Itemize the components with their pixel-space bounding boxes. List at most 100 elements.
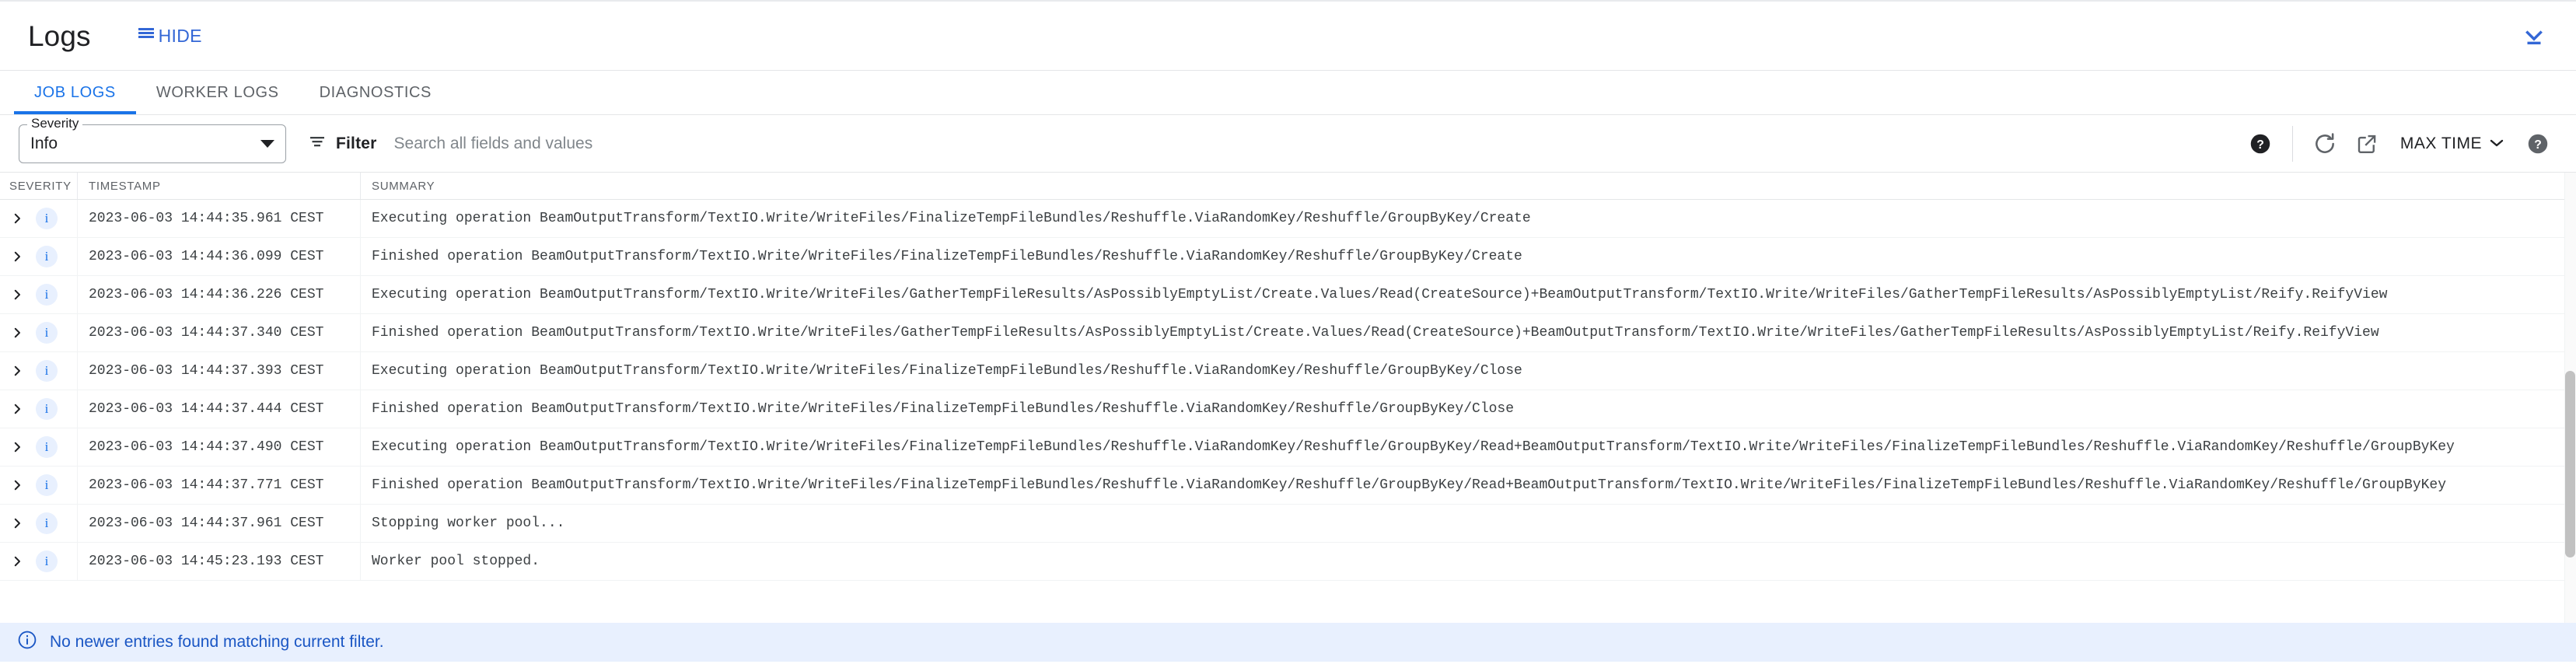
row-summary: Executing operation BeamOutputTransform/… — [361, 200, 2576, 237]
row-severity-cell: i — [0, 467, 78, 504]
severity-legend: Severity — [27, 117, 82, 130]
expand-row-icon[interactable] — [9, 326, 25, 340]
status-banner: No newer entries found matching current … — [0, 623, 2576, 662]
expand-row-icon[interactable] — [9, 554, 25, 568]
table-row[interactable]: i 2023-06-03 14:45:23.193 CESTWorker pool… — [0, 543, 2576, 581]
severity-badge: i — [36, 474, 58, 496]
row-timestamp: 2023-06-03 14:44:37.340 CEST — [78, 314, 361, 351]
severity-select[interactable]: Severity Info — [19, 124, 286, 163]
chevron-down-icon — [2489, 135, 2504, 153]
tab-job-logs-label: JOB LOGS — [34, 84, 116, 102]
column-header-timestamp[interactable]: TIMESTAMP — [78, 173, 361, 199]
table-row[interactable]: i2023-06-03 14:44:36.099 CESTFinished op… — [0, 238, 2576, 276]
table-row[interactable]: i2023-06-03 14:44:35.961 CESTExecuting o… — [0, 200, 2576, 238]
severity-badge: i — [36, 550, 58, 572]
bottom-strip — [0, 662, 2576, 671]
expand-row-icon[interactable] — [9, 250, 25, 264]
table-row[interactable]: i2023-06-03 14:44:37.961 CESTStopping wo… — [0, 505, 2576, 543]
severity-badge: i — [36, 398, 58, 420]
expand-row-icon[interactable] — [9, 364, 25, 378]
table-row[interactable]: i 2023-06-03 14:44:36.226 CESTExecuting o… — [0, 276, 2576, 314]
tab-worker-logs[interactable]: WORKER LOGS — [136, 71, 299, 114]
row-summary: Finished operation BeamOutputTransform/T… — [361, 467, 2576, 504]
help-filled-dark-icon[interactable]: ? — [2239, 123, 2281, 165]
max-time-button[interactable]: MAX TIME — [2388, 124, 2517, 163]
table-body: i2023-06-03 14:44:35.961 CESTExecuting o… — [0, 200, 2576, 623]
filter-group: Filter — [308, 130, 2225, 158]
logs-tabs: JOB LOGS WORKER LOGS DIAGNOSTICS — [0, 71, 2576, 115]
row-severity-cell: i — [0, 200, 78, 237]
row-severity-cell: i — [0, 238, 78, 275]
page-title: Logs — [28, 22, 91, 51]
row-summary: Executing operation BeamOutputTransform/… — [361, 352, 2576, 390]
row-summary: Executing operation BeamOutputTransform/… — [361, 276, 2576, 313]
row-summary: Finished operation BeamOutputTransform/T… — [361, 314, 2576, 351]
row-severity-cell: i — [0, 314, 78, 351]
row-timestamp: 2023-06-03 14:44:36.226 CEST — [78, 276, 361, 313]
severity-badge: i — [36, 284, 58, 306]
filter-icon[interactable] — [308, 132, 327, 155]
open-in-new-icon[interactable] — [2346, 123, 2388, 165]
toolbar-divider — [2292, 126, 2293, 162]
row-timestamp: 2023-06-03 14:44:37.961 CEST — [78, 505, 361, 542]
download-chevron-icon[interactable] — [2514, 16, 2554, 56]
svg-text:?: ? — [2534, 138, 2542, 151]
expand-row-icon[interactable] — [9, 402, 25, 416]
row-severity-cell: i — [0, 390, 78, 428]
search-input[interactable] — [394, 130, 2225, 158]
row-timestamp: 2023-06-03 14:44:37.444 CEST — [78, 390, 361, 428]
table-header-row: SEVERITY TIMESTAMP SUMMARY — [0, 173, 2576, 200]
row-summary: Executing operation BeamOutputTransform/… — [361, 428, 2576, 466]
tab-worker-logs-label: WORKER LOGS — [156, 84, 279, 102]
column-header-summary[interactable]: SUMMARY — [361, 173, 2576, 199]
table-scrollbar-thumb[interactable] — [2565, 371, 2575, 557]
table-row[interactable]: i2023-06-03 14:44:37.490 CESTExecuting o… — [0, 428, 2576, 467]
logs-toolbar: Severity Info Filter ? — [0, 115, 2576, 173]
severity-value: Info — [30, 135, 58, 153]
menu-lines-icon — [138, 26, 155, 47]
row-timestamp: 2023-06-03 14:44:37.393 CEST — [78, 352, 361, 390]
help-filled-gray-icon[interactable]: ? — [2517, 123, 2559, 165]
table-row[interactable]: i 2023-06-03 14:44:37.393 CESTExecuting o… — [0, 352, 2576, 390]
row-timestamp: 2023-06-03 14:44:35.961 CEST — [78, 200, 361, 237]
expand-row-icon[interactable] — [9, 288, 25, 302]
toolbar-actions: ? MAX TIME — [2239, 123, 2559, 165]
row-severity-cell: i — [0, 543, 78, 580]
max-time-label: MAX TIME — [2400, 135, 2482, 153]
table-row[interactable]: i 2023-06-03 14:44:37.771 CESTFinished op… — [0, 467, 2576, 505]
hide-logs-label: HIDE — [159, 26, 202, 47]
expand-row-icon[interactable] — [9, 211, 25, 225]
table-row[interactable]: i 2023-06-03 14:44:37.340 CESTFinished op… — [0, 314, 2576, 352]
expand-row-icon[interactable] — [9, 516, 25, 530]
expand-row-icon[interactable] — [9, 440, 25, 454]
row-summary: Finished operation BeamOutputTransform/T… — [361, 238, 2576, 275]
severity-badge: i — [36, 322, 58, 344]
tab-diagnostics[interactable]: DIAGNOSTICS — [299, 71, 452, 114]
column-header-severity[interactable]: SEVERITY — [0, 173, 78, 199]
expand-row-icon[interactable] — [9, 478, 25, 492]
row-summary: Worker pool stopped. — [361, 543, 2576, 580]
row-timestamp: 2023-06-03 14:45:23.193 CEST — [78, 543, 361, 580]
filter-label[interactable]: Filter — [336, 135, 377, 153]
refresh-icon[interactable] — [2304, 123, 2346, 165]
logs-header: Logs HIDE — [0, 2, 2576, 71]
logs-table: SEVERITY TIMESTAMP SUMMARY i2023-06-03 1… — [0, 173, 2576, 623]
row-severity-cell: i — [0, 352, 78, 390]
row-severity-cell: i — [0, 276, 78, 313]
tab-job-logs[interactable]: JOB LOGS — [14, 71, 136, 114]
row-timestamp: 2023-06-03 14:44:36.099 CEST — [78, 238, 361, 275]
status-message: No newer entries found matching current … — [50, 633, 384, 652]
row-summary: Finished operation BeamOutputTransform/T… — [361, 390, 2576, 428]
row-timestamp: 2023-06-03 14:44:37.771 CEST — [78, 467, 361, 504]
table-row[interactable]: i 2023-06-03 14:44:37.444 CESTFinished op… — [0, 390, 2576, 428]
hide-logs-button[interactable]: HIDE — [138, 26, 202, 47]
chevron-down-icon — [260, 140, 274, 148]
logs-panel: Logs HIDE JOB LOGS WORKER LOGS — [0, 0, 2576, 671]
tab-diagnostics-label: DIAGNOSTICS — [320, 84, 432, 102]
severity-badge: i — [36, 360, 58, 382]
severity-badge: i — [36, 512, 58, 534]
row-timestamp: 2023-06-03 14:44:37.490 CEST — [78, 428, 361, 466]
table-scrollbar[interactable] — [2564, 173, 2576, 623]
row-severity-cell: i — [0, 505, 78, 542]
info-circle-icon — [17, 630, 37, 655]
